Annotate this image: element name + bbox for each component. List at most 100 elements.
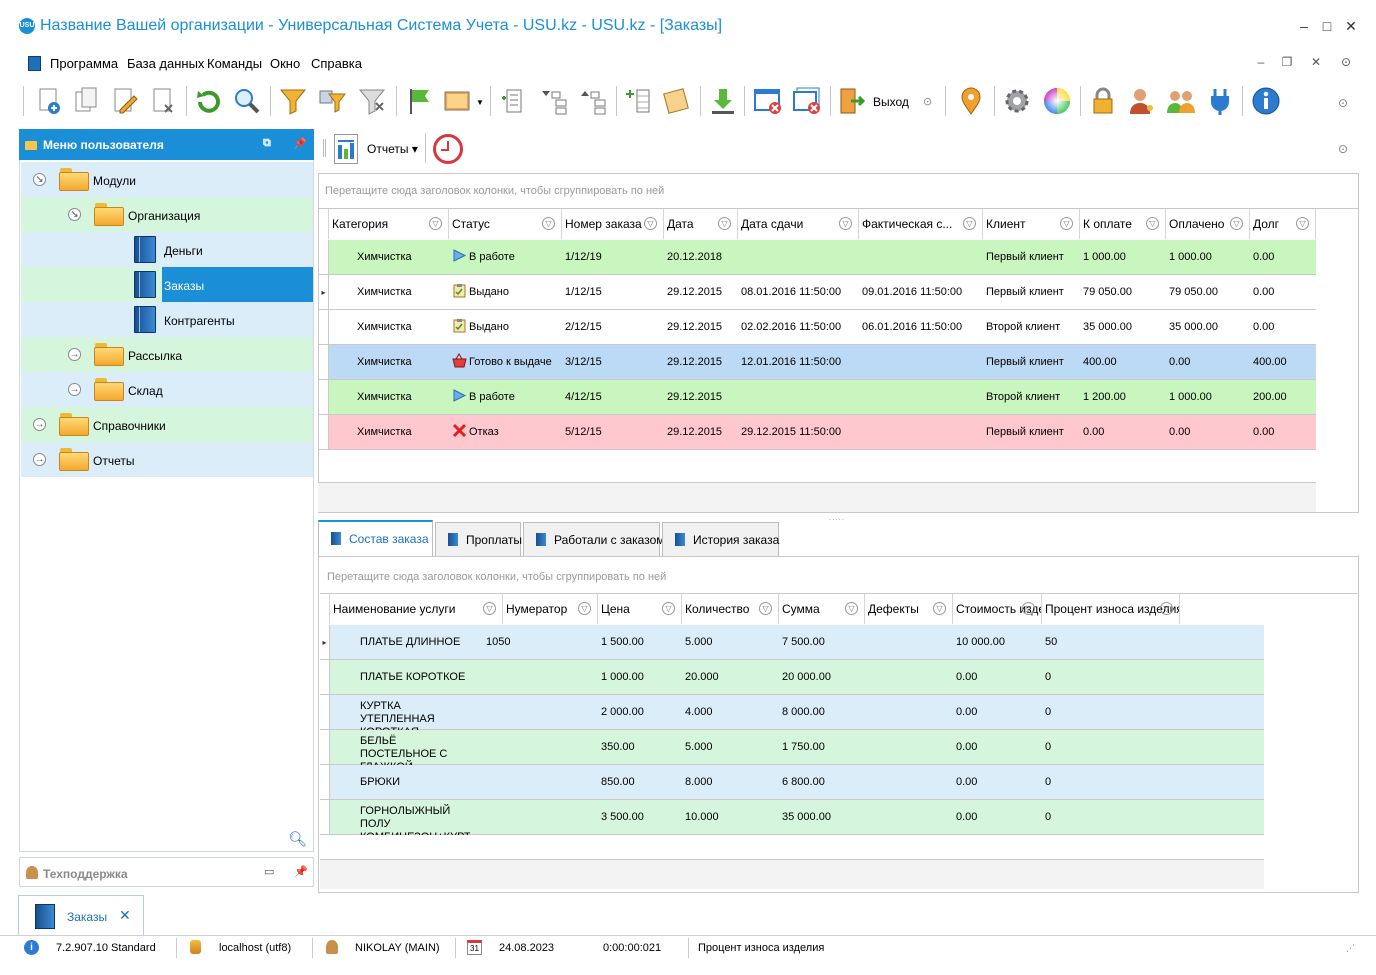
order-cell[interactable]: 400.00 bbox=[1250, 345, 1316, 380]
orders-column-header[interactable]: К оплате ▽ bbox=[1080, 209, 1166, 239]
mdi-close-button[interactable]: ✕ bbox=[1306, 55, 1326, 69]
location-button[interactable] bbox=[954, 84, 988, 118]
item-row[interactable]: ПЛАТЬЕ КОРОТКОЕ 1 000.00 20.000 20 000.00 0.… bbox=[320, 660, 1264, 695]
item-cell[interactable] bbox=[865, 800, 953, 835]
settings-button[interactable] bbox=[1000, 84, 1034, 118]
order-cell[interactable] bbox=[738, 240, 859, 275]
flag-button[interactable] bbox=[403, 84, 437, 118]
order-cell[interactable]: 29.12.2015 bbox=[664, 345, 738, 380]
tab-worked-on-order[interactable]: Работали с заказом bbox=[523, 522, 665, 556]
item-cell[interactable]: 50 bbox=[1042, 625, 1180, 660]
orders-column-header[interactable]: Статус ▽ bbox=[449, 209, 562, 239]
item-cell[interactable]: 35 000.00 bbox=[779, 800, 865, 835]
column-filter-icon[interactable]: ▽ bbox=[429, 217, 442, 230]
item-cell[interactable] bbox=[483, 765, 578, 800]
order-cell[interactable]: 0.00 bbox=[1250, 275, 1316, 310]
order-row[interactable]: Химчистка В работе 1/12/19 20.12.2018 Первый… bbox=[319, 240, 1316, 275]
plugin-button[interactable] bbox=[1203, 84, 1237, 118]
order-row[interactable]: ▸ Химчистка Выдано 1/12/15 29.12.2015 08.01.2… bbox=[319, 275, 1316, 310]
order-row[interactable]: Химчистка Отказ 5/12/15 29.12.2015 29.12.201… bbox=[319, 415, 1316, 450]
items-column-header[interactable]: Нумератор ▽ bbox=[503, 594, 598, 624]
expand-icon[interactable]: → bbox=[68, 383, 81, 396]
order-cell[interactable]: 02.02.2016 11:50:00 bbox=[738, 310, 859, 345]
copy-button[interactable] bbox=[70, 84, 104, 118]
filter-settings-button[interactable] bbox=[315, 84, 349, 118]
toolbar-collapse-icon[interactable]: ⊙ bbox=[1338, 96, 1348, 110]
order-cell[interactable]: 1/12/15 bbox=[562, 275, 664, 310]
item-cell[interactable] bbox=[865, 695, 953, 730]
item-cell[interactable]: 0.00 bbox=[953, 695, 1042, 730]
close-tab-icon[interactable]: ✕ bbox=[119, 907, 131, 924]
menu-help[interactable]: Справка bbox=[311, 56, 362, 71]
order-cell[interactable]: 400.00 bbox=[1080, 345, 1166, 380]
items-column-header[interactable]: Дефекты ▽ bbox=[865, 594, 953, 624]
items-column-header[interactable]: Процент износа изделия ▽ bbox=[1042, 594, 1180, 624]
dropdown-arrow-icon[interactable]: ▼ bbox=[476, 98, 484, 107]
info-button[interactable] bbox=[1249, 84, 1283, 118]
collapse-icon[interactable]: ↘ bbox=[68, 208, 81, 221]
orders-column-header[interactable]: Дата ▽ bbox=[664, 209, 738, 239]
item-cell[interactable]: 0.00 bbox=[953, 765, 1042, 800]
order-cell[interactable]: Выдано bbox=[449, 275, 562, 310]
order-cell[interactable]: 3/12/15 bbox=[562, 345, 664, 380]
items-column-header[interactable]: Количество ▽ bbox=[682, 594, 779, 624]
column-filter-icon[interactable]: ▽ bbox=[933, 602, 946, 615]
item-cell[interactable]: 8 000.00 bbox=[779, 695, 865, 730]
search-button[interactable] bbox=[230, 84, 264, 118]
panel-collapse-icon[interactable]: ⊙ bbox=[1338, 142, 1348, 156]
order-cell[interactable]: Химчистка bbox=[329, 310, 449, 345]
close-window-tool-button[interactable] bbox=[751, 84, 785, 118]
orders-column-header[interactable]: Клиент ▽ bbox=[983, 209, 1080, 239]
order-cell[interactable]: Первый клиент bbox=[983, 345, 1080, 380]
minimize-panel-icon[interactable]: ▭ bbox=[264, 865, 274, 878]
order-cell[interactable]: Первый клиент bbox=[983, 240, 1080, 275]
item-cell[interactable]: ГОРНОЛЫЖНЫЙ ПОЛУ КОМБИНЕЗОН+КУРТКА bbox=[330, 800, 470, 835]
info-circle-icon[interactable]: ⊙ bbox=[923, 95, 932, 108]
order-cell[interactable]: 4/12/15 bbox=[562, 380, 664, 415]
orders-column-header[interactable]: Номер заказа ▽ bbox=[562, 209, 664, 239]
order-cell[interactable]: Химчистка bbox=[329, 275, 449, 310]
items-column-header[interactable]: Стоимость изделия▽ bbox=[953, 594, 1042, 624]
item-cell[interactable]: 0 bbox=[1042, 800, 1180, 835]
item-cell[interactable]: 850.00 bbox=[598, 765, 682, 800]
group-up-button[interactable] bbox=[577, 84, 611, 118]
row-indicator[interactable] bbox=[319, 345, 329, 379]
item-cell[interactable]: 0 bbox=[1042, 695, 1180, 730]
row-indicator[interactable] bbox=[319, 415, 329, 449]
order-cell[interactable]: 29.12.2015 bbox=[664, 275, 738, 310]
tree-item-directories[interactable]: → Справочники bbox=[21, 407, 313, 442]
pin-icon[interactable]: 📌 bbox=[293, 137, 307, 150]
item-cell[interactable]: 0.00 bbox=[953, 730, 1042, 765]
item-row[interactable]: ГОРНОЛЫЖНЫЙ ПОЛУ КОМБИНЕЗОН+КУРТКА 3 500.… bbox=[320, 800, 1264, 835]
pin-icon[interactable]: 📌 bbox=[294, 865, 308, 878]
support-panel-header[interactable]: Техподдержка ▭ 📌 bbox=[19, 857, 314, 887]
orders-column-header[interactable]: Оплачено ▽ bbox=[1166, 209, 1250, 239]
row-indicator[interactable] bbox=[320, 660, 330, 694]
column-filter-icon[interactable]: ▽ bbox=[644, 217, 657, 230]
tree-item-contractors[interactable]: Контрагенты bbox=[21, 302, 313, 337]
order-cell[interactable] bbox=[859, 415, 983, 450]
tab-order-history[interactable]: История заказа bbox=[662, 522, 779, 556]
order-cell[interactable]: Химчистка bbox=[329, 380, 449, 415]
row-indicator[interactable] bbox=[320, 800, 330, 834]
item-cell[interactable]: 3 500.00 bbox=[598, 800, 682, 835]
user-key-button[interactable] bbox=[1125, 84, 1159, 118]
row-indicator[interactable]: ▸ bbox=[319, 275, 329, 309]
item-cell[interactable] bbox=[483, 695, 578, 730]
item-cell[interactable] bbox=[865, 765, 953, 800]
orders-column-header[interactable]: Дата сдачи ▽ bbox=[738, 209, 859, 239]
close-window-button[interactable]: ✕ bbox=[1339, 14, 1363, 38]
item-cell[interactable]: 1 000.00 bbox=[598, 660, 682, 695]
tree-item-modules[interactable]: ↘ Модули bbox=[21, 162, 313, 197]
menu-collapse-icon[interactable]: ⊙ bbox=[1336, 55, 1356, 69]
expand-icon[interactable]: → bbox=[33, 418, 46, 431]
item-row[interactable]: БЕЛЬЁ ПОСТЕЛЬНОЕ С ГЛАЖКОЙ 350.00 5.000 1 7… bbox=[320, 730, 1264, 765]
column-filter-icon[interactable]: ▽ bbox=[483, 602, 496, 615]
item-cell[interactable] bbox=[865, 730, 953, 765]
tree-item-money[interactable]: Деньги bbox=[21, 232, 313, 267]
order-cell[interactable]: 0.00 bbox=[1166, 345, 1250, 380]
search-icon[interactable]: 🔍︎ bbox=[288, 830, 307, 848]
delete-button[interactable] bbox=[146, 84, 180, 118]
item-cell[interactable]: 7 500.00 bbox=[779, 625, 865, 660]
order-cell[interactable]: В работе bbox=[449, 240, 562, 275]
